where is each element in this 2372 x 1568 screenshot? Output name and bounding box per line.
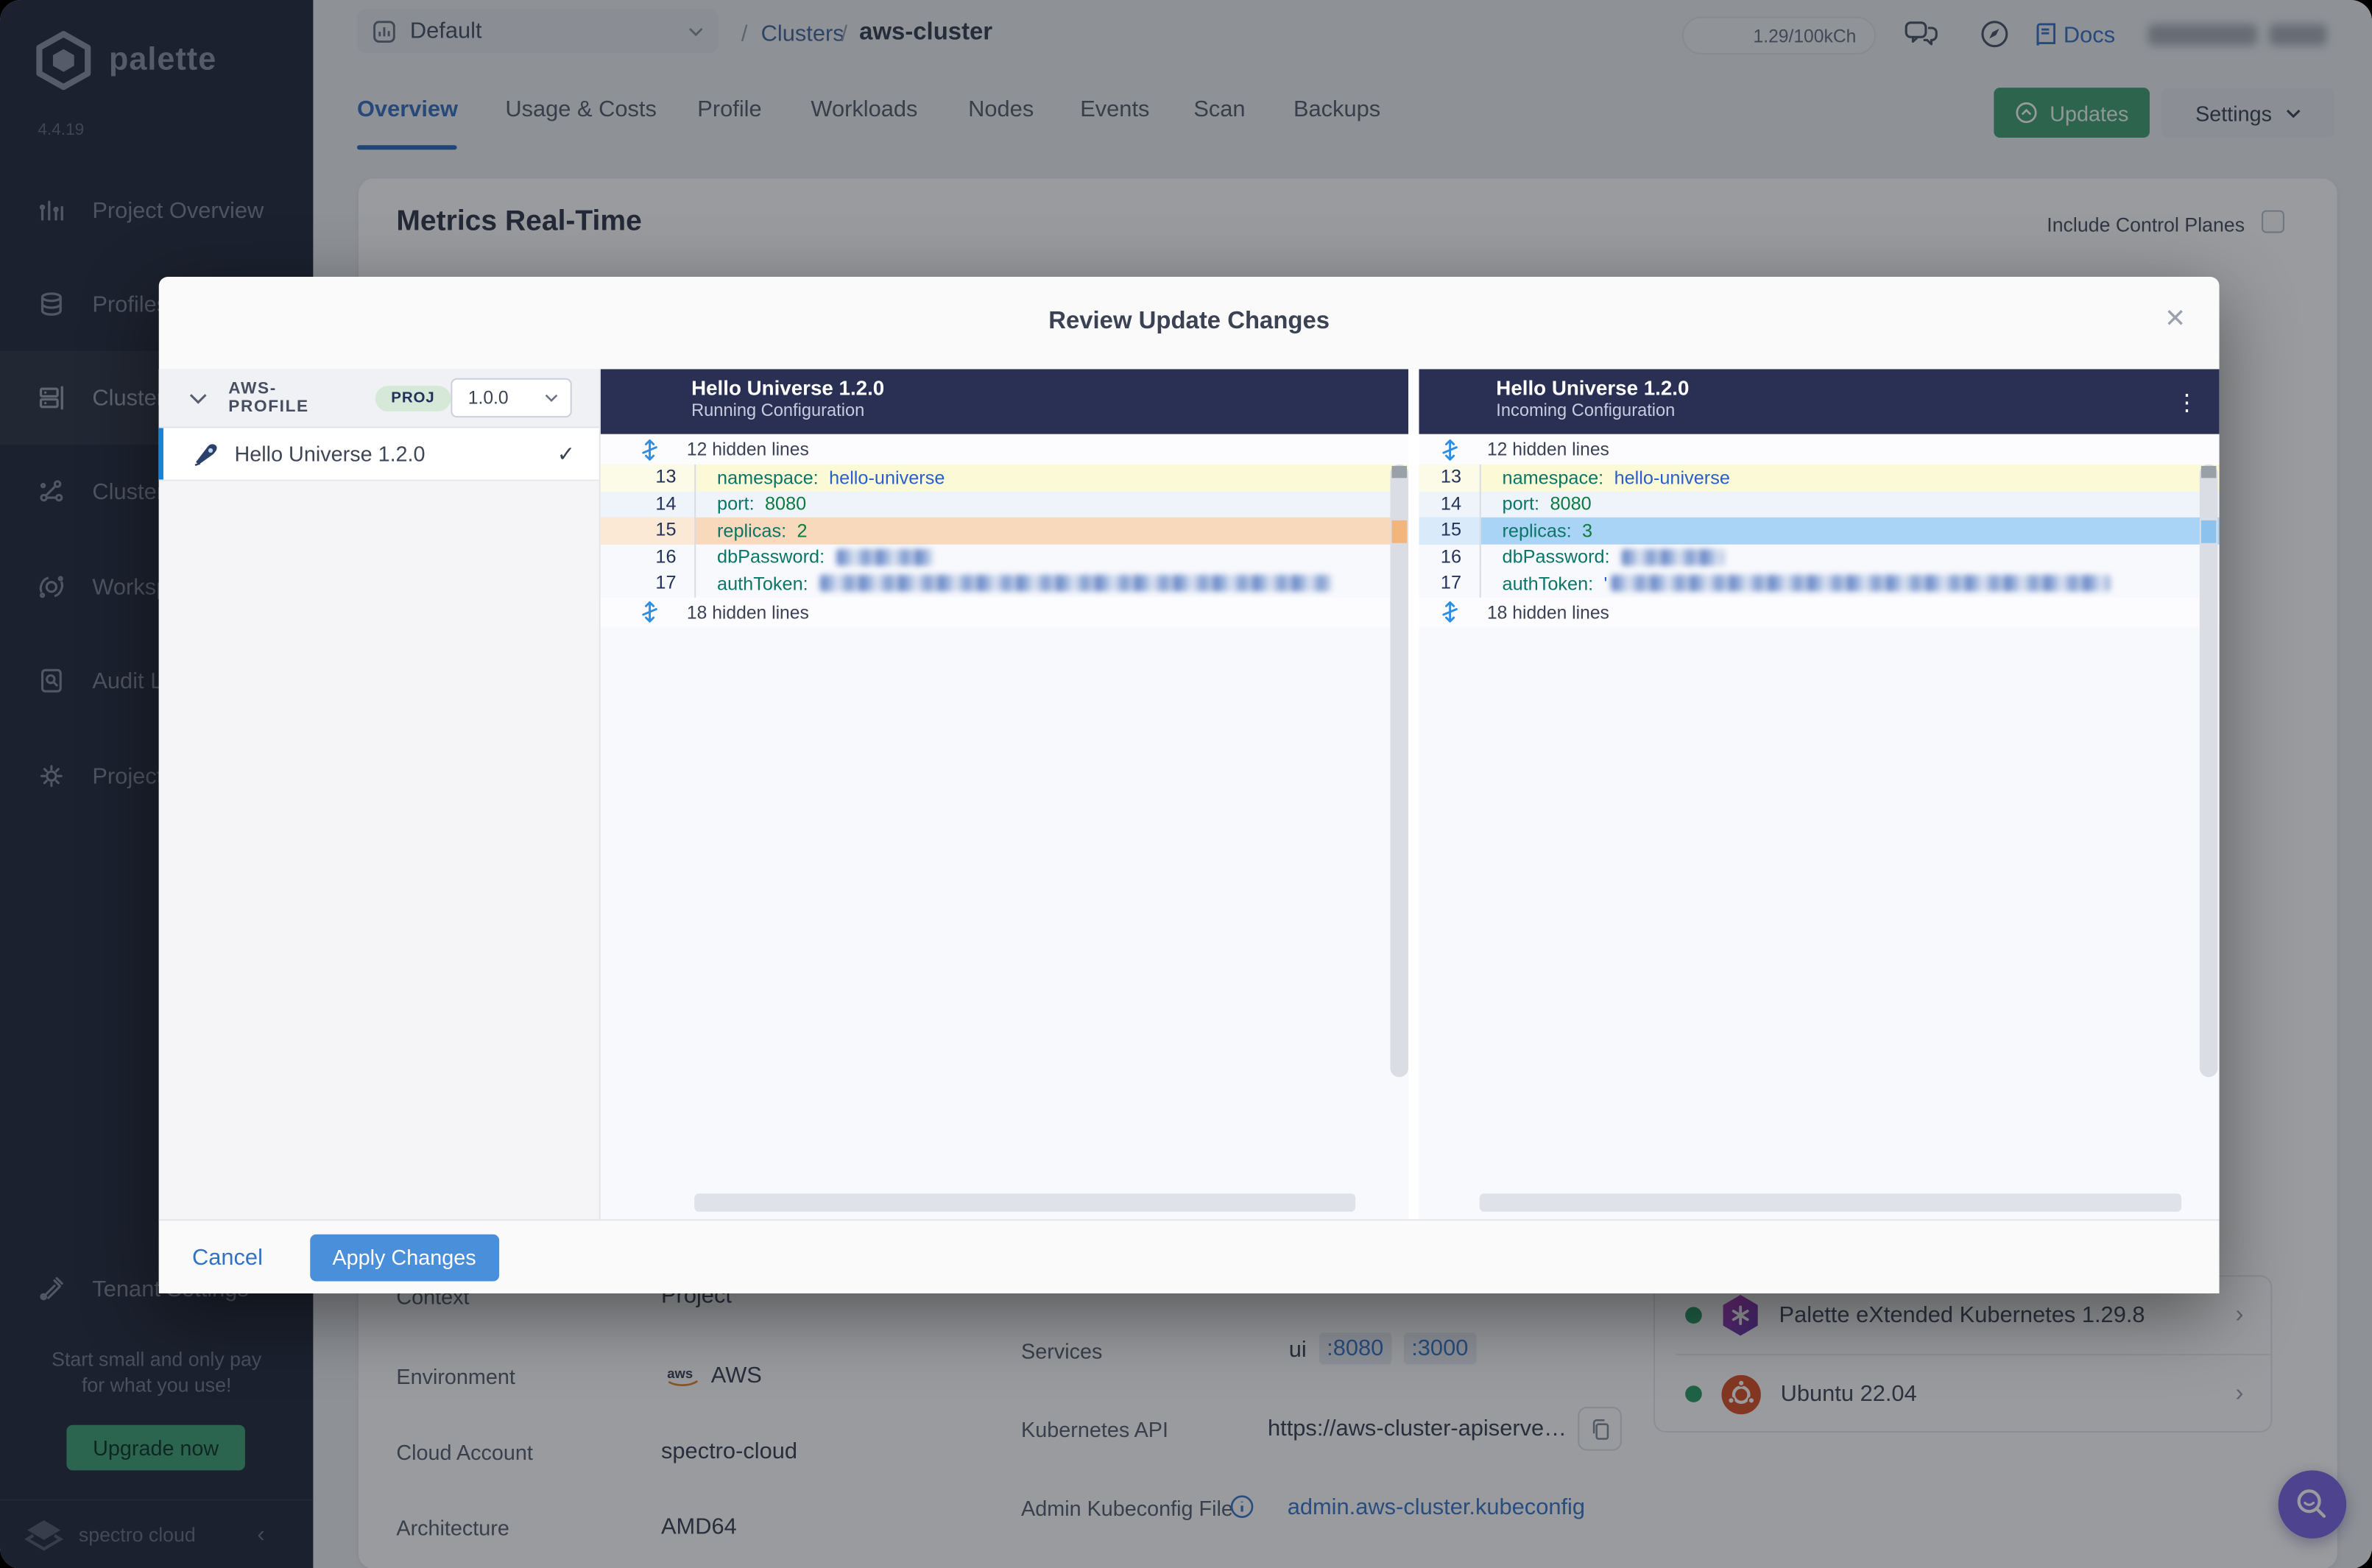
incoming-config-panel: Hello Universe 1.2.0 Incoming Configurat… [1419, 369, 2220, 1220]
chevron-down-icon [545, 394, 558, 402]
diff-area: Hello Universe 1.2.0 Running Configurati… [600, 369, 2220, 1220]
apply-changes-button[interactable]: Apply Changes [309, 1233, 499, 1281]
check-icon: ✓ [557, 441, 575, 465]
unfold-icon [1440, 438, 1460, 461]
scroll-marker-added [2200, 520, 2217, 543]
code-line: 13 namespace: hello-universe [1419, 464, 2220, 491]
redacted-secret [820, 575, 1332, 592]
code-line: 14 port: 8080 [1419, 490, 2220, 518]
profile-item-label: Hello Universe 1.2.0 [234, 442, 426, 466]
running-config-header: Hello Universe 1.2.0 Running Configurati… [600, 369, 1409, 434]
close-icon[interactable]: ✕ [2164, 304, 2186, 334]
code-line-changed: 15 replicas: 2 [600, 517, 1409, 544]
rocket-icon [192, 439, 221, 468]
profile-panel: AWS-PROFILE PROJ 1.0.0 Hello Universe 1.… [158, 369, 601, 1220]
panel-title: Hello Universe 1.2.0 [1496, 376, 1690, 400]
incoming-config-header: Hello Universe 1.2.0 Incoming Configurat… [1419, 369, 2220, 434]
redacted-secret [1610, 575, 2110, 592]
panel-subtitle: Incoming Configuration [1496, 402, 1676, 421]
scrollbar-thumb[interactable] [1390, 464, 1409, 1078]
code-line: 17 authToken: ' [1419, 570, 2220, 597]
scrollbar-thumb[interactable] [2199, 464, 2218, 1078]
profile-panel-header: AWS-PROFILE PROJ 1.0.0 [158, 369, 599, 428]
code-line: 17 authToken: [600, 570, 1409, 597]
redacted-secret [836, 548, 934, 566]
hidden-lines-top[interactable]: 12 hidden lines [600, 434, 1409, 465]
screen: palette 4.4.19 Project Overview Profiles… [0, 0, 2372, 1568]
horizontal-scrollbar[interactable] [1479, 1193, 2182, 1212]
code-line: 16 dbPassword: [1419, 543, 2220, 571]
scroll-marker [1391, 465, 1408, 478]
unfold-icon [640, 601, 660, 624]
scroll-marker [2200, 465, 2217, 478]
modal-footer: Cancel Apply Changes [158, 1219, 2220, 1293]
horizontal-scrollbar[interactable] [694, 1193, 1356, 1212]
chevron-down-icon[interactable] [189, 392, 208, 403]
scroll-marker-removed [1391, 520, 1408, 543]
scope-badge: PROJ [374, 384, 452, 411]
panel-title: Hello Universe 1.2.0 [691, 376, 885, 400]
kebab-menu-icon[interactable]: ⋮ [2175, 389, 2198, 416]
profile-name: AWS-PROFILE [228, 379, 309, 417]
selected-indicator [158, 428, 163, 480]
modal-title: Review Update Changes [1048, 308, 1330, 335]
code-line: 16 dbPassword: [600, 543, 1409, 571]
code-line: 13 namespace: hello-universe [600, 464, 1409, 491]
vertical-scrollbar[interactable] [2199, 464, 2218, 1189]
running-config-panel: Hello Universe 1.2.0 Running Configurati… [600, 369, 1409, 1220]
hidden-lines-top[interactable]: 12 hidden lines [1419, 434, 2220, 465]
unfold-icon [640, 438, 660, 461]
vertical-scrollbar[interactable] [1390, 464, 1409, 1189]
panel-subtitle: Running Configuration [691, 402, 865, 421]
profile-item-hello-universe[interactable]: Hello Universe 1.2.0 ✓ [158, 428, 599, 481]
code-line: 14 port: 8080 [600, 490, 1409, 518]
redacted-secret [1622, 548, 1725, 566]
unfold-icon [1440, 601, 1460, 624]
app-window: palette 4.4.19 Project Overview Profiles… [0, 0, 2372, 1568]
review-update-changes-modal: Review Update Changes ✕ AWS-PROFILE PROJ… [158, 277, 2220, 1293]
code-line-changed: 15 replicas: 3 [1419, 517, 2220, 544]
hidden-lines-bottom[interactable]: 18 hidden lines [600, 596, 1409, 627]
version-select[interactable]: 1.0.0 [451, 378, 572, 418]
hidden-lines-bottom[interactable]: 18 hidden lines [1419, 596, 2220, 627]
cancel-button[interactable]: Cancel [192, 1244, 263, 1270]
